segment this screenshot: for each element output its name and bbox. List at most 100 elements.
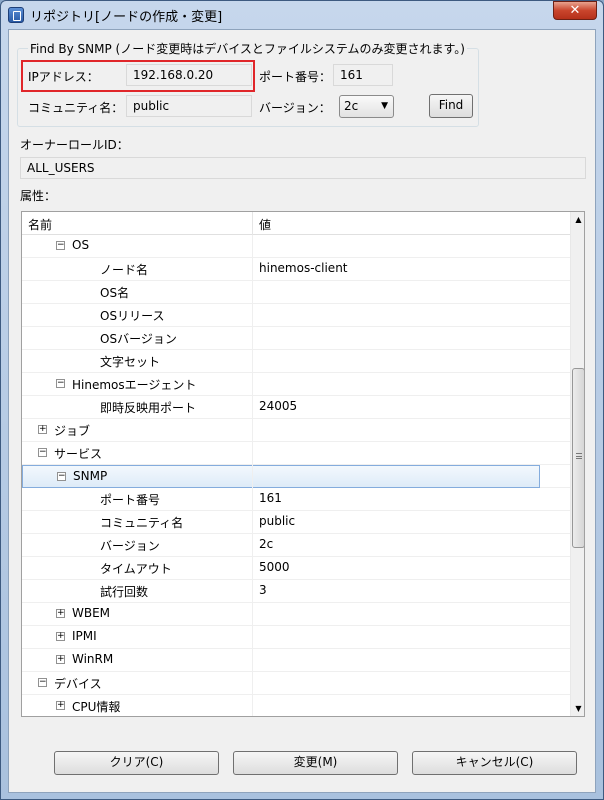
column-header-name[interactable]: 名前	[28, 216, 52, 233]
row-name: コミュニティ名	[100, 516, 184, 530]
table-row[interactable]: ポート番号 161	[22, 488, 570, 511]
table-row[interactable]: + IPMI	[22, 626, 570, 649]
name-cell[interactable]: 即時反映用ポート	[22, 396, 252, 419]
column-divider	[252, 488, 253, 511]
expand-icon[interactable]: +	[56, 701, 65, 710]
table-row[interactable]: − SNMP	[22, 465, 570, 488]
column-divider	[252, 442, 253, 465]
owner-role-field[interactable]: ALL_USERS	[20, 157, 586, 179]
close-button[interactable]: ✕	[553, 1, 597, 20]
table-row[interactable]: + WinRM	[22, 649, 570, 672]
column-divider	[252, 350, 253, 373]
name-cell[interactable]: OSリリース	[22, 304, 252, 327]
expand-icon[interactable]: +	[38, 425, 47, 434]
cancel-button[interactable]: キャンセル(C)	[412, 751, 577, 775]
name-cell[interactable]: OS名	[22, 281, 252, 304]
column-divider[interactable]	[252, 212, 253, 235]
attributes-label: 属性：	[20, 189, 57, 203]
name-cell[interactable]: OSバージョン	[22, 327, 252, 350]
table-row[interactable]: OSリリース	[22, 304, 570, 327]
table-row[interactable]: OSバージョン	[22, 327, 570, 350]
collapse-icon[interactable]: −	[38, 678, 47, 687]
name-cell[interactable]: ポート番号	[22, 488, 252, 511]
ip-address-label: IPアドレス：	[28, 70, 99, 84]
row-value[interactable]: hinemos-client	[259, 261, 348, 275]
column-divider	[252, 580, 253, 603]
name-cell[interactable]: タイムアウト	[22, 557, 252, 580]
name-cell[interactable]: + WinRM	[22, 649, 252, 672]
community-label: コミュニティ名：	[28, 101, 124, 115]
version-select[interactable]: 2c ▼	[339, 95, 394, 118]
name-cell[interactable]: + CPU情報	[22, 695, 252, 716]
row-value[interactable]: 5000	[259, 560, 290, 574]
find-button[interactable]: Find	[429, 94, 473, 118]
name-cell[interactable]: + WBEM	[22, 603, 252, 626]
table-row[interactable]: 即時反映用ポート 24005	[22, 396, 570, 419]
window-title: リポジトリ[ノードの作成・変更]	[30, 10, 223, 25]
table-row[interactable]: − サービス	[22, 442, 570, 465]
ip-address-field[interactable]: 192.168.0.20	[126, 64, 252, 86]
community-field[interactable]: public	[126, 95, 252, 117]
table-row[interactable]: バージョン 2c	[22, 534, 570, 557]
name-cell[interactable]: − サービス	[22, 442, 252, 465]
column-divider	[252, 235, 253, 258]
attributes-tree-table[interactable]: 名前 値 − OS ノード名 hinemos-client OS名 OSリリース OSバージ…	[21, 211, 585, 717]
table-row[interactable]: 試行回数 3	[22, 580, 570, 603]
name-cell[interactable]: コミュニティ名	[22, 511, 252, 534]
row-value[interactable]: 161	[259, 491, 282, 505]
table-row[interactable]: 文字セット	[22, 350, 570, 373]
collapse-icon[interactable]: −	[56, 379, 65, 388]
name-cell[interactable]: − OS	[22, 235, 252, 258]
table-row[interactable]: + CPU情報	[22, 695, 570, 716]
collapse-icon[interactable]: −	[56, 241, 65, 250]
column-divider	[252, 465, 253, 488]
table-row[interactable]: タイムアウト 5000	[22, 557, 570, 580]
collapse-icon[interactable]: −	[38, 448, 47, 457]
column-divider	[252, 534, 253, 557]
row-value[interactable]: 24005	[259, 399, 297, 413]
dialog-body: Find By SNMP (ノード変更時はデバイスとファイルシステムのみ変更され…	[8, 29, 596, 793]
column-divider	[252, 304, 253, 327]
name-cell[interactable]: − デバイス	[22, 672, 252, 695]
table-row[interactable]: − デバイス	[22, 672, 570, 695]
table-row[interactable]: − Hinemosエージェント	[22, 373, 570, 396]
table-row[interactable]: − OS	[22, 235, 570, 258]
scroll-up-arrow-icon[interactable]: ▲	[571, 212, 584, 228]
name-cell[interactable]: + IPMI	[22, 626, 252, 649]
expand-icon[interactable]: +	[56, 632, 65, 641]
row-name: WBEM	[72, 606, 111, 620]
collapse-icon[interactable]: −	[57, 472, 66, 481]
row-value[interactable]: public	[259, 514, 295, 528]
name-cell[interactable]: 試行回数	[22, 580, 252, 603]
table-row[interactable]: OS名	[22, 281, 570, 304]
name-cell[interactable]: + ジョブ	[22, 419, 252, 442]
name-cell[interactable]: 文字セット	[22, 350, 252, 373]
clear-button[interactable]: クリア(C)	[54, 751, 219, 775]
column-divider	[252, 695, 253, 716]
column-header-value[interactable]: 値	[259, 216, 271, 233]
row-name: IPMI	[72, 629, 97, 643]
column-divider	[252, 258, 253, 281]
name-cell[interactable]: − SNMP	[22, 465, 540, 488]
table-row[interactable]: + WBEM	[22, 603, 570, 626]
port-label: ポート番号：	[259, 70, 332, 84]
scroll-thumb[interactable]	[572, 368, 584, 548]
row-name: ノード名	[100, 263, 149, 277]
row-value[interactable]: 2c	[259, 537, 273, 551]
name-cell[interactable]: バージョン	[22, 534, 252, 557]
vertical-scrollbar[interactable]: ▲ ▼	[570, 212, 584, 716]
name-cell[interactable]: ノード名	[22, 258, 252, 281]
port-field[interactable]: 161	[333, 64, 393, 86]
name-cell[interactable]: − Hinemosエージェント	[22, 373, 252, 396]
scroll-down-arrow-icon[interactable]: ▼	[571, 701, 584, 716]
expand-icon[interactable]: +	[56, 655, 65, 664]
row-name: CPU情報	[72, 700, 121, 714]
table-row[interactable]: コミュニティ名 public	[22, 511, 570, 534]
expand-icon[interactable]: +	[56, 609, 65, 618]
row-name: OSバージョン	[100, 332, 177, 346]
table-row[interactable]: + ジョブ	[22, 419, 570, 442]
change-button[interactable]: 変更(M)	[233, 751, 398, 775]
title-bar[interactable]: リポジトリ[ノードの作成・変更] ✕	[1, 1, 603, 29]
row-value[interactable]: 3	[259, 583, 267, 597]
table-row[interactable]: ノード名 hinemos-client	[22, 258, 570, 281]
